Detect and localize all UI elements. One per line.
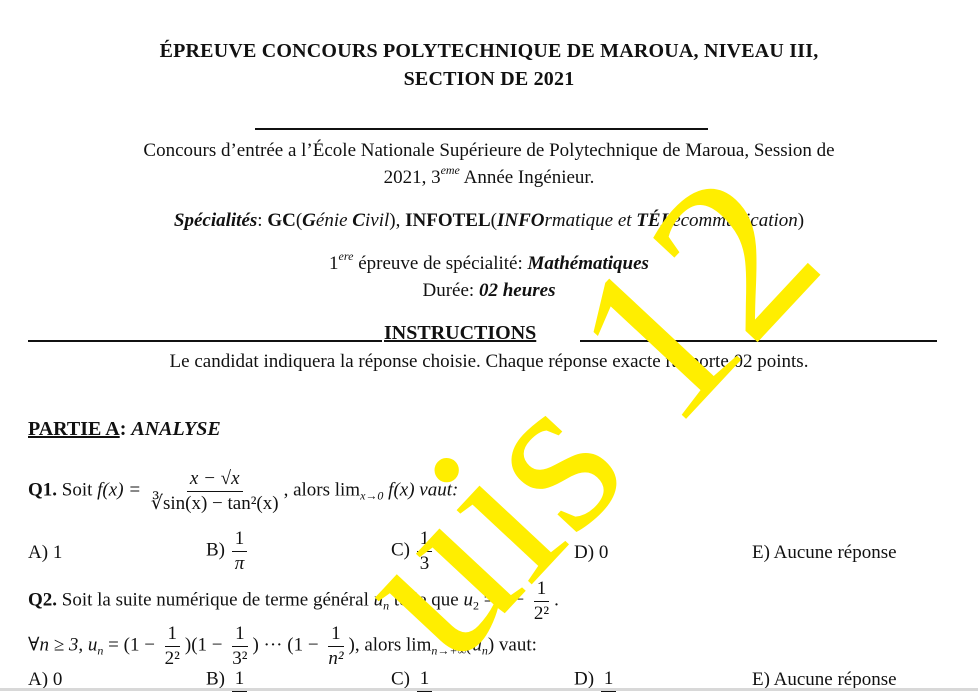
intro-year: 2021, 3 — [383, 167, 441, 188]
q2-text2: telle que — [389, 589, 464, 611]
q1-label: Q1. — [28, 479, 58, 501]
q2-text: Soit la suite numérique de terme général — [61, 589, 374, 611]
gc-1: énie — [315, 210, 353, 231]
option-label: C) — [391, 668, 415, 690]
epreuve-text: épreuve de spécialité: — [353, 253, 528, 274]
q2-frac-den: 2² — [533, 602, 550, 624]
partie-name: ANALYSE — [131, 418, 221, 440]
option-value: Aucune réponse — [773, 542, 897, 563]
q2-statement-line2: ∀n ≥ 3, un = (1 − 1 2²)(1 − 1 3²) ··· (1 −… — [28, 623, 537, 670]
q1-option-a[interactable]: A) 1 — [28, 542, 62, 564]
option-label: D) — [574, 668, 599, 690]
q1-numerator: x − √x — [186, 468, 243, 492]
tel-rest: écommunication — [672, 210, 798, 231]
option-den: π — [234, 552, 245, 574]
q2-cdots: ) ··· (1 − — [252, 634, 324, 656]
q1-option-e[interactable]: E) Aucune réponse — [752, 542, 897, 564]
option-den: 3 — [419, 552, 430, 574]
title-line-1: ÉPREUVE CONCOURS POLYTECHNIQUE DE MAROUA… — [159, 40, 819, 62]
q2-option-a[interactable]: A) 0 — [28, 670, 62, 689]
q2-un: u — [373, 589, 384, 611]
q1-text: Soit — [61, 479, 98, 501]
option-label: B) — [206, 539, 230, 561]
instructions-heading-text: INSTRUCTIONS — [384, 322, 537, 344]
specialites-line: Spécialités: GC(Génie Civil), INFOTEL(IN… — [173, 210, 805, 231]
q2-f2-num: 1 — [232, 623, 248, 647]
option-label: B) — [206, 668, 230, 690]
intro-year-label: Année Ingénieur. — [459, 167, 595, 188]
q2-u2: u — [463, 589, 473, 611]
option-num: 1 — [416, 528, 433, 552]
q1-option-c[interactable]: C) 13 — [391, 528, 434, 575]
q2-f2-den: 3² — [232, 647, 248, 669]
q2-option-e[interactable]: E) Aucune réponse — [752, 670, 897, 689]
epreuve-line: 1ere épreuve de spécialité: Mathématique… — [0, 250, 978, 275]
partie-heading: PARTIE A: ANALYSE — [28, 418, 221, 440]
epreuve-num: 1 — [329, 253, 339, 274]
instructions-rule-right — [580, 340, 937, 342]
option-label: A) — [28, 542, 53, 563]
info-rest: rmatique et — [544, 210, 637, 231]
option-label: A) — [28, 669, 53, 690]
option-value: 0 — [52, 669, 63, 690]
gc-c: C — [352, 210, 365, 231]
q1-fx: f(x) = — [97, 479, 142, 501]
tel-bold: TÉL — [636, 210, 673, 231]
option-value: 0 — [598, 542, 609, 563]
gc-2: ivil — [364, 210, 390, 231]
q2-line2-a: ∀n ≥ 3, u — [28, 634, 98, 656]
info-bold: INFO — [496, 210, 545, 231]
title-rule — [255, 128, 708, 130]
q2-line2-c: ), alors lim — [348, 634, 432, 656]
q1-option-d[interactable]: D) 0 — [574, 542, 608, 564]
infotel: INFOTEL — [405, 210, 491, 231]
specialites-label: Spécialités — [173, 210, 258, 231]
q2-dots: )(1 − — [184, 634, 228, 656]
q1-option-b[interactable]: B) 1π — [206, 528, 249, 575]
title-line-2: SECTION DE 2021 — [403, 68, 575, 90]
q2-f1-den: 2² — [164, 647, 180, 669]
duree-label: Durée: — [422, 280, 479, 301]
q1-denominator: ∛sin(x) − tan²(x) — [150, 492, 279, 514]
q2-lim-sub: n→+∞ — [431, 643, 467, 658]
q2-line2-e: ) vaut: — [487, 634, 537, 656]
option-value: 1 — [52, 542, 63, 563]
intro-line-1: Concours d’entrée a l’École Nationale Su… — [143, 140, 835, 161]
instructions-text: Le candidat indiquera la réponse choisie… — [169, 351, 809, 372]
partie-label: PARTIE A — [28, 418, 120, 440]
q2-line2-d: (u — [466, 634, 482, 656]
epreuve-subject: Mathématiques — [527, 253, 649, 274]
epreuve-sup: ere — [338, 249, 354, 263]
gc: GC — [267, 210, 296, 231]
q2-eq: = 1 − — [478, 589, 529, 611]
q2-line2-b: = (1 − — [103, 634, 160, 656]
duree-line: Durée: 02 heures — [0, 280, 978, 302]
intro-line-2: 2021, 3eme Année Ingénieur. — [0, 164, 978, 189]
option-label: D) — [574, 542, 599, 563]
gc-g: G — [302, 210, 316, 231]
q1-text-end: f(x) vaut: — [383, 479, 459, 501]
instructions-rule-left — [28, 340, 382, 342]
q1-lim-sub: x→0 — [360, 488, 384, 503]
q1-text-after: , alors lim — [283, 479, 361, 501]
duree-value: 02 heures — [478, 280, 556, 301]
q2-fn-den: n² — [328, 647, 344, 669]
q2-fn-num: 1 — [328, 623, 344, 647]
q2-f1-num: 1 — [164, 623, 181, 647]
q2-statement-line1: Q2. Soit la suite numérique de terme gén… — [28, 578, 559, 624]
intro-sup: eme — [440, 163, 460, 177]
option-label: E) — [752, 669, 774, 690]
option-num: 1 — [231, 528, 248, 552]
q1-fraction: x − √x ∛sin(x) − tan²(x) — [148, 468, 282, 515]
option-value: Aucune réponse — [773, 669, 897, 690]
option-label: C) — [391, 539, 415, 561]
option-label: E) — [752, 542, 774, 563]
q1-statement: Q1. Soit f(x) = x − √x ∛sin(x) − tan²(x),… — [28, 468, 458, 515]
instructions-heading: INSTRUCTIONS — [384, 322, 536, 345]
q2-frac-num: 1 — [533, 578, 550, 602]
q2-label: Q2. — [28, 589, 58, 611]
